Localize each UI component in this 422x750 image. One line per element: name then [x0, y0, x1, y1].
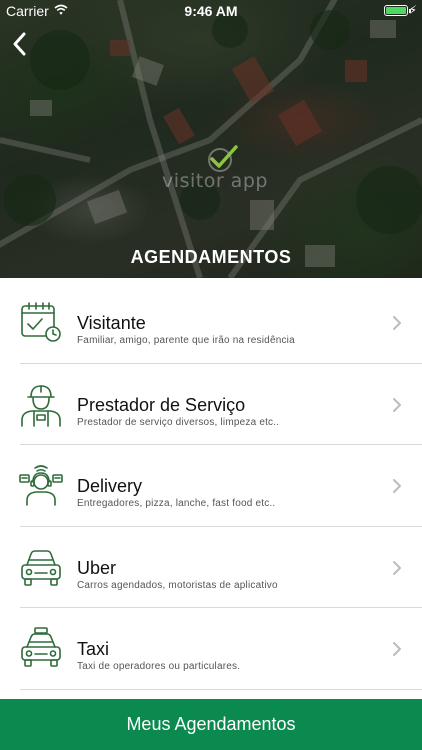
back-button[interactable] — [6, 28, 34, 60]
item-title: Visitante — [77, 313, 146, 333]
item-title: Uber — [77, 557, 117, 578]
delivery-person-icon — [19, 465, 63, 506]
status-bar: Carrier 9:46 AM ⚡ — [0, 0, 422, 22]
item-title: Taxi — [77, 639, 110, 659]
header-shade — [0, 0, 422, 278]
list-item-visitante[interactable]: Visitante Familiar, amigo, parente que i… — [0, 282, 422, 364]
list-item-prestador[interactable]: Prestador de Serviço Prestador de serviç… — [0, 364, 422, 446]
list-item-delivery[interactable]: Delivery Entregadores, pizza, lanche, fa… — [0, 445, 422, 527]
item-subtitle: Familiar, amigo, parente que irão na res… — [77, 335, 295, 346]
chevron-right-icon — [393, 316, 401, 330]
item-subtitle: Prestador de serviço diversos, limpeza e… — [77, 416, 280, 428]
header-banner: Carrier 9:46 AM ⚡ visitor app AGENDAMENT… — [0, 0, 422, 278]
my-appointments-button[interactable]: Meus Agendamentos — [0, 699, 422, 750]
car-icon — [21, 549, 61, 586]
appointment-type-list: Visitante Familiar, amigo, parente que i… — [0, 282, 422, 690]
chevron-right-icon — [393, 642, 401, 656]
app-logo: visitor app — [160, 142, 270, 198]
calendar-check-icon — [21, 302, 61, 342]
chevron-right-icon — [393, 560, 401, 575]
item-subtitle: Carros agendados, motoristas de aplicati… — [77, 579, 278, 591]
list-item-taxi[interactable]: Taxi Taxi de operadores ou particulares. — [0, 608, 422, 690]
worker-icon — [21, 384, 61, 427]
item-title: Delivery — [77, 476, 143, 496]
taxi-icon — [21, 627, 61, 667]
chevron-right-icon — [393, 479, 401, 493]
list-item-uber[interactable]: Uber Carros agendados, motoristas de apl… — [0, 527, 422, 609]
battery-icon — [384, 5, 411, 16]
status-time: 9:46 AM — [184, 3, 238, 19]
chevron-right-icon — [393, 397, 401, 412]
item-title: Prestador de Serviço — [77, 394, 246, 415]
charging-bolt-icon: ⚡ — [408, 3, 417, 17]
page-title: AGENDAMENTOS — [130, 247, 292, 267]
item-subtitle: Entregadores, pizza, lanche, fast food e… — [77, 498, 276, 509]
item-subtitle: Taxi de operadores ou particulares. — [77, 661, 241, 672]
logo-text: visitor app — [162, 170, 268, 192]
